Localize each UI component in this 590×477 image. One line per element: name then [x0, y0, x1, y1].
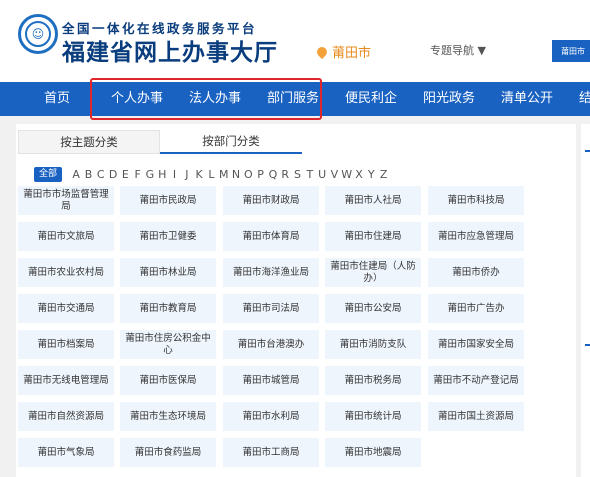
- department-link[interactable]: 莆田市民政局: [120, 186, 216, 215]
- department-link[interactable]: 莆田市台港澳办: [223, 330, 319, 359]
- nav-list-public[interactable]: 清单公开: [501, 82, 553, 116]
- letter-filter-s[interactable]: S: [291, 168, 303, 181]
- tab-by-topic[interactable]: 按主题分类: [18, 130, 160, 154]
- nav-department-service[interactable]: 部门服务: [267, 82, 319, 116]
- location-label: 莆田市: [332, 46, 372, 61]
- department-link[interactable]: 莆田市税务局: [325, 366, 421, 395]
- department-link[interactable]: 莆田市医保局: [120, 366, 216, 395]
- letter-filter-i[interactable]: I: [168, 168, 180, 181]
- location-pin-icon: [314, 44, 330, 59]
- department-link[interactable]: 莆田市交通局: [18, 294, 114, 323]
- department-link[interactable]: 莆田市档案局: [18, 330, 114, 359]
- letter-filter-j[interactable]: J: [181, 168, 193, 181]
- topic-nav-dropdown[interactable]: 专题导航 ▼: [430, 42, 486, 58]
- right-side-panel: [581, 124, 590, 477]
- department-link[interactable]: 莆田市广告办: [428, 294, 524, 323]
- department-link[interactable]: 莆田市农业农村局: [18, 258, 114, 287]
- letter-filter-k[interactable]: K: [193, 168, 205, 181]
- fujian-emblem-icon[interactable]: ☺: [18, 14, 58, 54]
- department-link[interactable]: 莆田市自然资源局: [18, 402, 114, 431]
- letter-filter-o[interactable]: O: [242, 168, 254, 181]
- department-link[interactable]: 莆田市林业局: [120, 258, 216, 287]
- department-link[interactable]: 莆田市统计局: [325, 402, 421, 431]
- letter-filter-p[interactable]: P: [254, 168, 266, 181]
- letter-filter-y[interactable]: Y: [365, 168, 377, 181]
- nav-convenience[interactable]: 便民利企: [345, 82, 397, 116]
- department-link[interactable]: 莆田市不动产登记局: [428, 366, 524, 395]
- department-link[interactable]: 莆田市公安局: [325, 294, 421, 323]
- department-panel: 按主题分类 按部门分类 全部 ABCDEFGHIJKLMNOPQRSTUVWXY…: [16, 124, 576, 477]
- letter-filter-d[interactable]: D: [107, 168, 119, 181]
- letter-filter-f[interactable]: F: [132, 168, 144, 181]
- letter-filter-g[interactable]: G: [144, 168, 156, 181]
- letter-filter-e[interactable]: E: [119, 168, 131, 181]
- letter-all-button[interactable]: 全部: [34, 166, 63, 182]
- department-link[interactable]: 莆田市消防支队: [325, 330, 421, 359]
- letter-filter-h[interactable]: H: [156, 168, 168, 181]
- letter-filter-a[interactable]: A: [70, 168, 82, 181]
- department-link[interactable]: 莆田市生态环境局: [120, 402, 216, 431]
- main-nav: 首页 个人办事 法人办事 部门服务 便民利企 阳光政务 清单公开 结: [0, 82, 590, 116]
- tab-by-department[interactable]: 按部门分类: [160, 130, 302, 154]
- letter-filter-t[interactable]: T: [304, 168, 316, 181]
- nav-legal-person[interactable]: 法人办事: [189, 82, 241, 116]
- nav-home[interactable]: 首页: [44, 82, 70, 116]
- department-link[interactable]: 莆田市住房公积金中心: [120, 330, 216, 359]
- letter-filter-z[interactable]: Z: [377, 168, 389, 181]
- department-link[interactable]: 莆田市气象局: [18, 438, 114, 467]
- department-link[interactable]: 莆田市司法局: [223, 294, 319, 323]
- department-link[interactable]: 莆田市市场监督管理局: [18, 186, 114, 215]
- letter-filter-c[interactable]: C: [95, 168, 107, 181]
- letter-filter-w[interactable]: W: [341, 168, 353, 181]
- location-selector[interactable]: 莆田市: [314, 42, 372, 61]
- portal-title[interactable]: 福建省网上办事大厅: [62, 33, 278, 67]
- department-link[interactable]: 莆田市侨办: [428, 258, 524, 287]
- department-link[interactable]: 莆田市水利局: [223, 402, 319, 431]
- department-link[interactable]: 莆田市住建局: [325, 222, 421, 251]
- letter-filter-m[interactable]: M: [218, 168, 230, 181]
- department-link[interactable]: 莆田市地震局: [325, 438, 421, 467]
- department-link[interactable]: 莆田市国土资源局: [428, 402, 524, 431]
- department-link[interactable]: 莆田市国家安全局: [428, 330, 524, 359]
- department-link[interactable]: 莆田市科技局: [428, 186, 524, 215]
- letter-filter-l[interactable]: L: [205, 168, 217, 181]
- department-link[interactable]: 莆田市应急管理局: [428, 222, 524, 251]
- letter-filter-b[interactable]: B: [82, 168, 94, 181]
- department-link[interactable]: 莆田市工商局: [223, 438, 319, 467]
- letter-filter-v[interactable]: V: [328, 168, 340, 181]
- letter-filter-u[interactable]: U: [316, 168, 328, 181]
- department-link[interactable]: 莆田市食药监局: [120, 438, 216, 467]
- letter-filter-r[interactable]: R: [279, 168, 291, 181]
- department-link[interactable]: 莆田市海洋渔业局: [223, 258, 319, 287]
- letter-filter-q[interactable]: Q: [267, 168, 279, 181]
- nav-more[interactable]: 结: [579, 82, 590, 116]
- department-link[interactable]: 莆田市教育局: [120, 294, 216, 323]
- department-link[interactable]: 莆田市文旅局: [18, 222, 114, 251]
- letter-filter: 全部 ABCDEFGHIJKLMNOPQRSTUVWXYZ: [34, 166, 390, 182]
- nav-personal[interactable]: 个人办事: [111, 82, 163, 116]
- letter-filter-n[interactable]: N: [230, 168, 242, 181]
- department-link[interactable]: 莆田市人社局: [325, 186, 421, 215]
- department-link[interactable]: 莆田市财政局: [223, 186, 319, 215]
- letter-filter-x[interactable]: X: [353, 168, 365, 181]
- department-link[interactable]: 莆田市卫健委: [120, 222, 216, 251]
- department-link[interactable]: 莆田市城管局: [223, 366, 319, 395]
- department-link[interactable]: 莆田市体育局: [223, 222, 319, 251]
- site-header: ☺ 全国一体化在线政务服务平台 福建省网上办事大厅 莆田市 专题导航 ▼ 莆田市: [0, 0, 590, 82]
- department-link[interactable]: 莆田市无线电管理局: [18, 366, 114, 395]
- city-button[interactable]: 莆田市: [552, 40, 590, 62]
- department-link[interactable]: 莆田市住建局（人防办）: [325, 258, 421, 287]
- nav-sunshine-affairs[interactable]: 阳光政务: [423, 82, 475, 116]
